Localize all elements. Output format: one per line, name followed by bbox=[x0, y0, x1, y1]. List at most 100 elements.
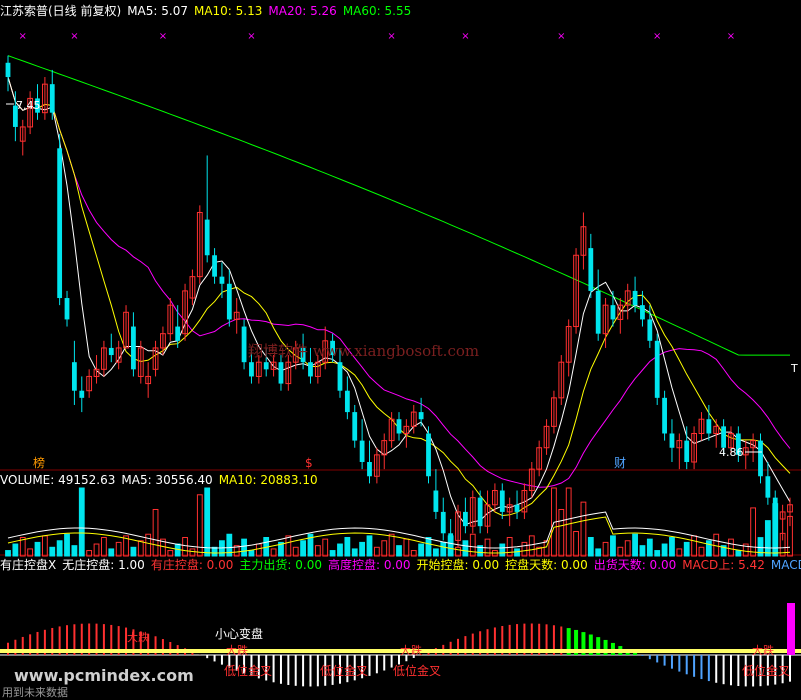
candle-down bbox=[647, 319, 653, 341]
candle-down bbox=[79, 390, 85, 398]
volume-bar bbox=[285, 535, 292, 557]
volume-bar bbox=[705, 540, 712, 557]
volume-bar bbox=[329, 550, 336, 557]
candle-down bbox=[249, 362, 254, 377]
volume-bar bbox=[388, 533, 395, 557]
volume-bar bbox=[248, 550, 255, 557]
candle-down bbox=[396, 419, 402, 434]
top-marker: × bbox=[19, 31, 27, 42]
candle-down bbox=[226, 283, 232, 320]
volume-bar bbox=[462, 540, 469, 557]
volume-bar bbox=[78, 487, 85, 557]
low-cross-label: 低位金叉 bbox=[320, 663, 368, 678]
candle-down bbox=[57, 148, 63, 299]
volume-bar bbox=[204, 487, 211, 557]
top-marker: × bbox=[70, 31, 78, 42]
volume-bar bbox=[211, 546, 218, 557]
volume-bar bbox=[735, 550, 742, 557]
top-marker: × bbox=[247, 31, 255, 42]
volume-bar bbox=[646, 538, 653, 557]
candle-down bbox=[337, 362, 343, 391]
indicator-spike bbox=[787, 603, 795, 655]
volume-bar bbox=[337, 543, 343, 557]
candle-down bbox=[758, 440, 763, 477]
volume-bar bbox=[440, 541, 447, 557]
volume-bar bbox=[683, 541, 690, 557]
candle-down bbox=[278, 362, 284, 384]
volume-bar bbox=[351, 548, 358, 557]
volume-bar bbox=[499, 543, 506, 557]
volume-bar bbox=[403, 538, 410, 557]
volume-bar bbox=[12, 543, 19, 557]
volume-bar bbox=[587, 537, 594, 557]
candle-down bbox=[49, 84, 55, 113]
volume-bar bbox=[255, 543, 262, 557]
volume-bar bbox=[359, 541, 366, 557]
top-marker: × bbox=[159, 31, 167, 42]
volume-bar bbox=[381, 540, 388, 557]
top-marker: × bbox=[653, 31, 661, 42]
big-fall-label: 大跌 bbox=[752, 643, 774, 657]
volume-bar bbox=[101, 537, 107, 557]
top-marker: × bbox=[461, 31, 469, 42]
candle-down bbox=[765, 476, 771, 498]
candle-down bbox=[263, 362, 269, 370]
volume-bar bbox=[241, 538, 247, 557]
volume-bar bbox=[580, 501, 587, 557]
candle-down bbox=[588, 248, 594, 291]
volume-bar bbox=[34, 541, 41, 557]
volume-bar bbox=[71, 545, 78, 557]
big-fall-label: 大跌 bbox=[127, 630, 149, 644]
ma5-line bbox=[7, 76, 791, 526]
volume-bar bbox=[366, 535, 373, 557]
volume-bar bbox=[654, 550, 661, 557]
volume-bar bbox=[5, 550, 11, 557]
dollar-marker: $ bbox=[305, 456, 313, 470]
volume-bar bbox=[300, 540, 306, 557]
volume-bar bbox=[565, 487, 572, 557]
candle-down bbox=[344, 390, 350, 413]
volume-bar bbox=[322, 538, 329, 557]
candle-down bbox=[359, 440, 365, 462]
candle-down bbox=[433, 490, 439, 512]
candle-down bbox=[632, 290, 638, 306]
volume-bar bbox=[639, 545, 646, 557]
candle-down bbox=[71, 362, 77, 391]
low-price-label: 4.86 bbox=[719, 446, 744, 459]
low-cross-label: 低位金叉 bbox=[224, 663, 272, 678]
volume-bar bbox=[396, 545, 402, 557]
volume-bar bbox=[521, 541, 528, 557]
volume-bar bbox=[56, 540, 63, 557]
top-marker: × bbox=[727, 31, 735, 42]
candle-down bbox=[721, 426, 727, 448]
ma60-line bbox=[7, 55, 790, 356]
volume-bar bbox=[691, 535, 697, 557]
volume-bar bbox=[344, 537, 351, 557]
volume-bar bbox=[137, 540, 144, 557]
candle-down bbox=[654, 340, 660, 398]
candle-down bbox=[418, 412, 424, 420]
candle-down bbox=[477, 497, 483, 527]
candle-down bbox=[108, 347, 114, 356]
volume-bar bbox=[669, 537, 675, 557]
candle-down bbox=[669, 433, 675, 448]
big-fall-label: 大跌 bbox=[400, 643, 422, 657]
volume-bar bbox=[447, 535, 454, 557]
volume-bar bbox=[624, 540, 631, 557]
candle-down bbox=[426, 433, 431, 477]
volume-bar bbox=[610, 535, 616, 557]
volume-bar bbox=[469, 533, 476, 557]
volume-bar bbox=[632, 533, 638, 557]
volume-bar bbox=[49, 546, 56, 557]
high-price-label: 7.45 bbox=[16, 99, 41, 112]
volume-bar bbox=[661, 543, 668, 557]
volume-bar bbox=[93, 543, 100, 557]
candle-down bbox=[131, 326, 136, 370]
volume-bar bbox=[432, 548, 439, 557]
top-marker: × bbox=[387, 31, 395, 42]
volume-bar bbox=[314, 545, 321, 557]
volume-bar bbox=[108, 548, 115, 557]
volume-bar bbox=[425, 537, 432, 557]
candle-down bbox=[514, 504, 520, 512]
volume-bar bbox=[64, 533, 70, 557]
